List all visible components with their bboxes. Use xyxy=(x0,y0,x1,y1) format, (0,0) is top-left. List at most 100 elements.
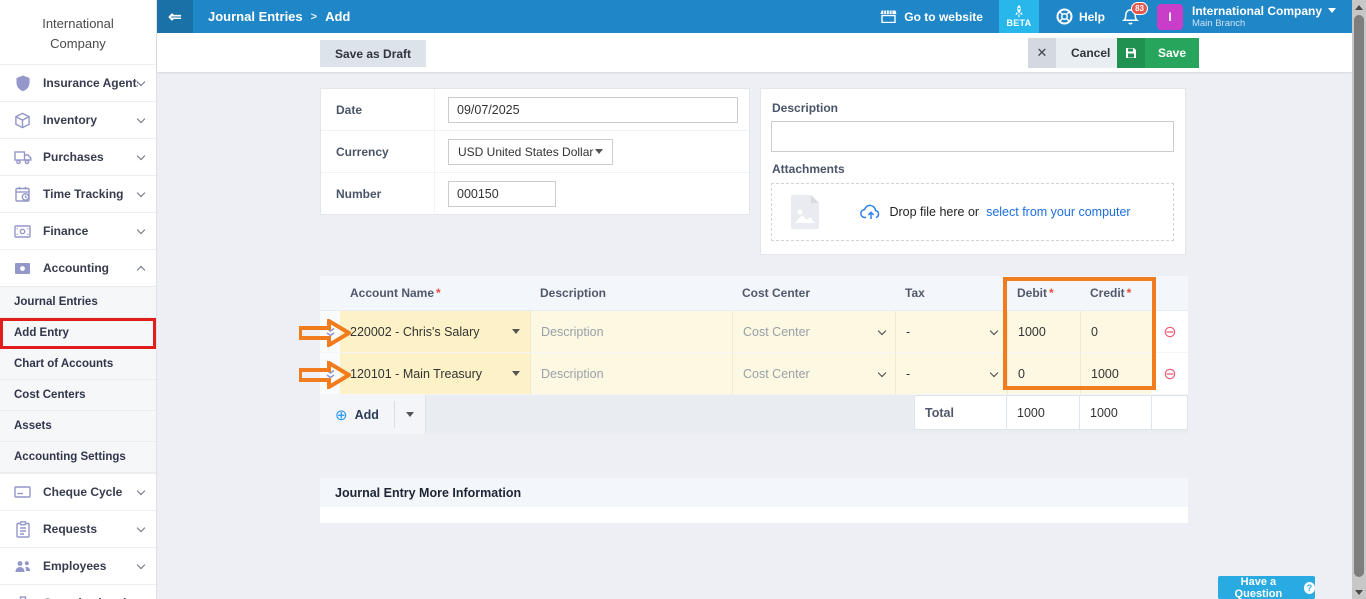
account-select[interactable]: 120101 - Main Treasury xyxy=(340,353,530,395)
vertical-scrollbar[interactable] xyxy=(1352,0,1366,599)
caret-down-icon xyxy=(512,371,520,376)
sidebar-item-time-tracking[interactable]: Time Tracking xyxy=(0,175,156,212)
select-from-computer-link[interactable]: select from your computer xyxy=(986,205,1131,219)
submenu-item-accounting-settings[interactable]: Accounting Settings xyxy=(0,442,156,473)
submenu-item-add-entry[interactable]: Add Entry xyxy=(0,318,156,349)
submenu-item-assets[interactable]: Assets xyxy=(0,411,156,442)
add-row-button[interactable]: ⊕ Add xyxy=(320,395,394,434)
sidebar-item-insurance-agents[interactable]: Insurance Agents xyxy=(0,64,156,101)
people-icon xyxy=(13,557,32,576)
image-placeholder-icon xyxy=(791,195,819,229)
sidebar-item-purchases[interactable]: Purchases xyxy=(0,138,156,175)
drag-handle-icon[interactable] xyxy=(320,311,340,353)
account-select[interactable]: 220002 - Chris's Salary xyxy=(340,311,530,353)
cost-center-select[interactable]: Cost Center xyxy=(732,311,895,353)
storefront-icon xyxy=(880,10,897,23)
rocket-icon xyxy=(1014,5,1024,18)
sidebar: International Company Insurance Agents I… xyxy=(0,0,157,599)
collapse-sidebar-button[interactable]: ⇐ xyxy=(157,0,193,33)
drag-handle-icon[interactable] xyxy=(320,353,340,395)
credit-input[interactable]: 1000 xyxy=(1080,353,1152,395)
cancel-button[interactable]: ✕ Cancel xyxy=(1028,38,1125,68)
sidebar-item-accounting[interactable]: Accounting xyxy=(0,249,156,286)
breadcrumb-separator: > xyxy=(311,11,317,23)
table-row: 220002 - Chris's Salary Description Cost… xyxy=(320,311,1188,353)
chevron-down-icon xyxy=(878,368,886,376)
breadcrumb-parent[interactable]: Journal Entries xyxy=(208,9,303,24)
tax-select[interactable]: - xyxy=(895,311,1007,353)
more-information-header[interactable]: Journal Entry More Information xyxy=(320,478,1188,507)
line-description-input[interactable]: Description xyxy=(530,353,732,395)
description-textarea[interactable] xyxy=(771,121,1174,152)
sidebar-item-label: Employees xyxy=(43,559,106,573)
chevron-down-icon xyxy=(138,192,144,196)
company-logo[interactable]: International Company xyxy=(0,0,156,64)
debit-header: Debit* xyxy=(1007,286,1080,300)
calendar-clock-icon xyxy=(13,185,32,204)
debit-input[interactable]: 1000 xyxy=(1007,311,1080,353)
sidebar-item-label: Insurance Agents xyxy=(43,76,138,90)
scroll-up-button[interactable] xyxy=(1352,0,1366,14)
sidebar-item-finance[interactable]: Finance xyxy=(0,212,156,249)
accounting-submenu: Journal Entries Add Entry Chart of Accou… xyxy=(0,286,156,473)
currency-select[interactable]: USD United States Dollar xyxy=(448,139,613,165)
triangle-down-icon xyxy=(1355,590,1363,595)
sidebar-item-cheque-cycle[interactable]: Cheque Cycle xyxy=(0,473,156,510)
avatar[interactable]: I xyxy=(1157,4,1183,30)
notification-count-badge: 83 xyxy=(1131,2,1148,16)
debit-input[interactable]: 0 xyxy=(1007,353,1080,395)
number-row: Number xyxy=(321,173,749,215)
sidebar-item-organizational[interactable]: Organizational xyxy=(0,584,156,599)
help-button[interactable]: Help xyxy=(1056,8,1105,25)
submenu-item-journal-entries[interactable]: Journal Entries xyxy=(0,287,156,318)
sidebar-item-employees[interactable]: Employees xyxy=(0,547,156,584)
caret-down-icon xyxy=(512,329,520,334)
journal-lines-table: Account Name* Description Cost Center Ta… xyxy=(320,276,1188,434)
chevron-up-icon xyxy=(138,264,144,273)
credit-header: Credit* xyxy=(1080,286,1152,300)
notifications-button[interactable]: 83 xyxy=(1122,8,1139,26)
cost-center-select[interactable]: Cost Center xyxy=(732,353,895,395)
currency-label: Currency xyxy=(321,131,435,172)
company-menu[interactable]: International Company Main Branch xyxy=(1192,4,1336,30)
save-button[interactable]: Save xyxy=(1117,38,1199,68)
number-input[interactable] xyxy=(448,181,556,207)
line-description-input[interactable]: Description xyxy=(530,311,732,353)
banknote-icon xyxy=(13,259,32,278)
currency-row: Currency USD United States Dollar xyxy=(321,131,749,173)
topbar: ⇐ Journal Entries > Add Go to website BE… xyxy=(157,0,1352,33)
clipboard-icon xyxy=(13,520,32,539)
chevron-down-icon xyxy=(138,118,144,122)
caret-down-icon xyxy=(595,149,603,154)
tax-select[interactable]: - xyxy=(895,353,1007,395)
caret-down-icon xyxy=(406,412,414,417)
go-to-website-link[interactable]: Go to website xyxy=(880,10,983,24)
credit-input[interactable]: 0 xyxy=(1080,311,1152,353)
chevron-down-icon xyxy=(138,527,144,531)
close-icon: ✕ xyxy=(1028,38,1056,68)
scrollbar-thumb[interactable] xyxy=(1354,15,1364,577)
have-a-question-button[interactable]: Have a Question ? xyxy=(1218,576,1315,599)
remove-row-button[interactable]: ⊖ xyxy=(1152,353,1188,395)
lifebuoy-icon xyxy=(1056,8,1073,25)
sidebar-item-requests[interactable]: Requests xyxy=(0,510,156,547)
more-information-body xyxy=(320,507,1188,523)
submenu-item-cost-centers[interactable]: Cost Centers xyxy=(0,380,156,411)
action-toolbar: Save as Draft ✕ Cancel Save xyxy=(157,33,1352,72)
box-icon xyxy=(13,111,32,130)
remove-row-button[interactable]: ⊖ xyxy=(1152,311,1188,353)
beta-badge[interactable]: BETA xyxy=(999,0,1039,33)
journal-entry-form-card: Date Currency USD United States Dollar N… xyxy=(320,88,750,215)
file-dropzone[interactable]: Drop file here or select from your compu… xyxy=(771,183,1174,241)
minus-circle-icon: ⊖ xyxy=(1163,364,1176,384)
date-input[interactable] xyxy=(448,97,738,123)
sidebar-item-label: Requests xyxy=(43,522,97,536)
add-row-options-button[interactable] xyxy=(395,395,425,434)
sidebar-item-inventory[interactable]: Inventory xyxy=(0,101,156,138)
sidebar-item-label: Inventory xyxy=(43,113,97,127)
save-as-draft-button[interactable]: Save as Draft xyxy=(320,40,426,67)
scroll-down-button[interactable] xyxy=(1352,585,1366,599)
breadcrumb: Journal Entries > Add xyxy=(208,9,350,24)
submenu-item-chart-of-accounts[interactable]: Chart of Accounts xyxy=(0,349,156,380)
sidebar-item-label: Accounting xyxy=(43,261,109,275)
